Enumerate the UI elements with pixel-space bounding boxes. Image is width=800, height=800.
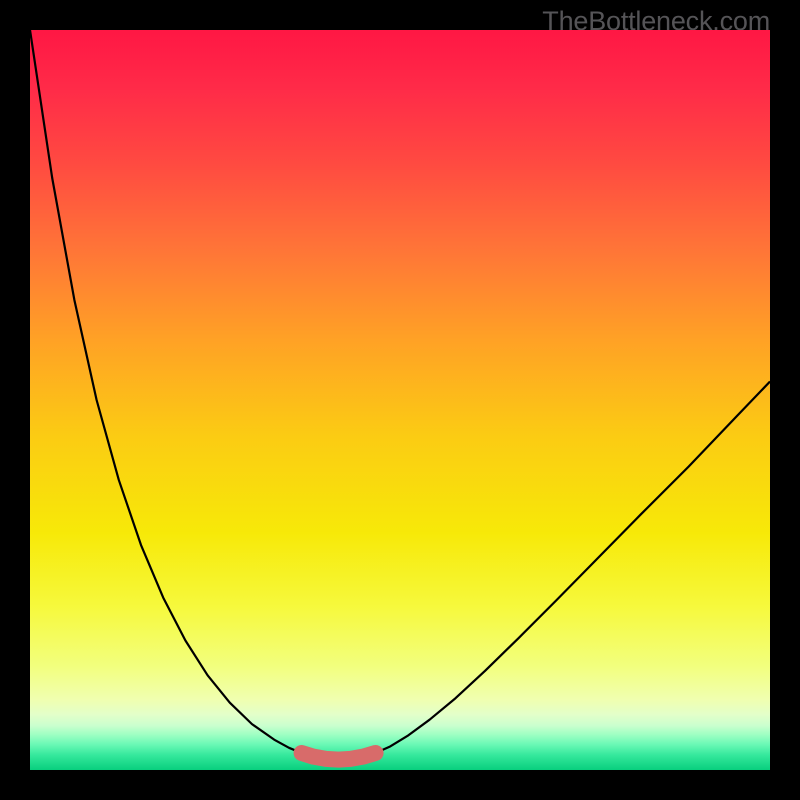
plot-area	[30, 30, 770, 770]
optimal-band-highlight	[302, 753, 376, 760]
chart-frame: TheBottleneck.com	[0, 0, 800, 800]
bottleneck-curve	[30, 30, 770, 760]
curve-layer	[30, 30, 770, 770]
